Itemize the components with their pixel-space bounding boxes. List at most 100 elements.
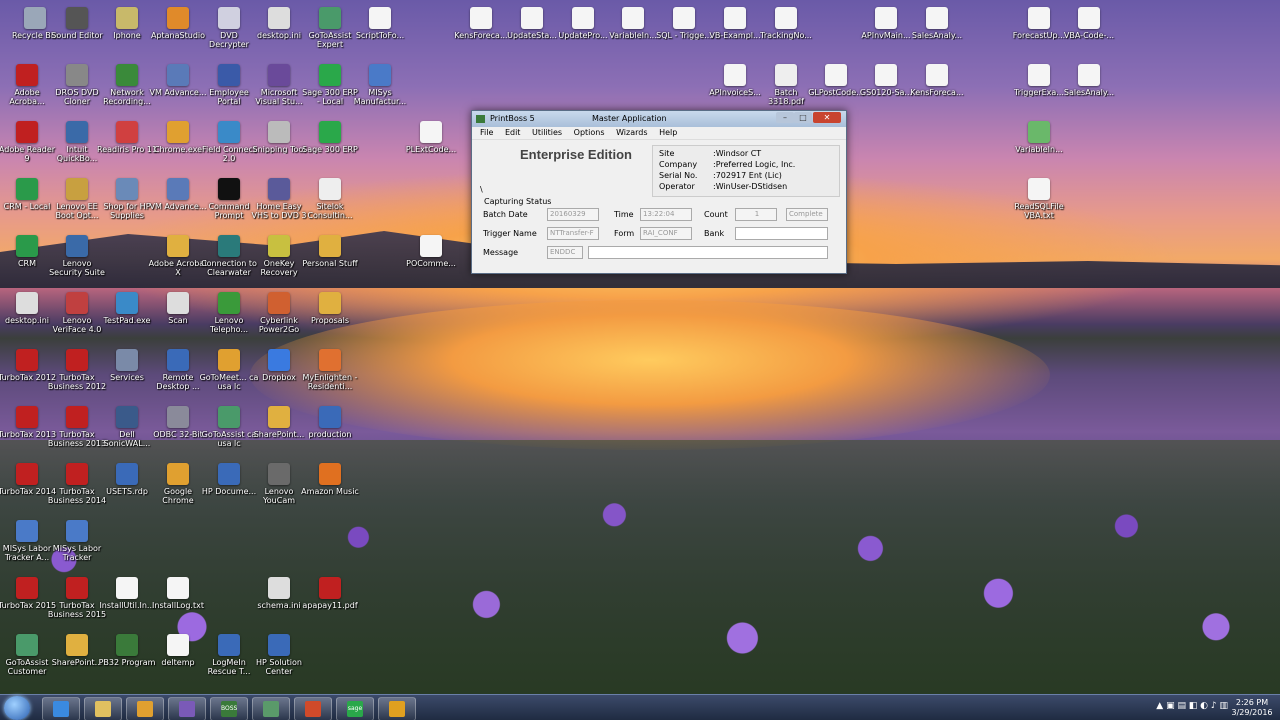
- bank-field[interactable]: [735, 227, 828, 240]
- system-tray[interactable]: ▲ ▣ ▤ ◧ ◐ ♪ ▥: [1156, 701, 1228, 711]
- menu-options[interactable]: Options: [574, 128, 605, 137]
- count-field[interactable]: 1: [735, 208, 777, 221]
- desktop-icon-glyph: [66, 463, 88, 485]
- desktop-icon-glyph: [66, 634, 88, 656]
- desktop-icon-glyph: [268, 406, 290, 428]
- desktop-icon-glyph: [116, 7, 138, 29]
- desktop-icon-glyph: [218, 292, 240, 314]
- menu-edit[interactable]: Edit: [505, 128, 521, 137]
- desktop-icon[interactable]: Sage 300 ERP: [300, 119, 360, 175]
- desktop-icon[interactable]: VBA-Code-...: [1059, 5, 1119, 61]
- menu-file[interactable]: File: [480, 128, 493, 137]
- taskbar-internet-explorer-button[interactable]: [42, 697, 80, 720]
- desktop-icon[interactable]: PLExtCode...: [401, 119, 461, 175]
- desktop-icon-glyph: [1078, 64, 1100, 86]
- desktop-icon-glyph: [16, 463, 38, 485]
- desktop-icon-glyph: [319, 349, 341, 371]
- desktop-icon-glyph: [66, 7, 88, 29]
- desktop-icon-glyph: [16, 349, 38, 371]
- trigger-name-field[interactable]: NTTransfer-F: [547, 227, 599, 240]
- desktop-icon-glyph: [369, 64, 391, 86]
- desktop-icon[interactable]: Proposals: [300, 290, 360, 346]
- menu-bar: File Edit Utilities Options Wizards Help: [472, 127, 846, 140]
- desktop-icon[interactable]: TrackingNo...: [756, 5, 816, 61]
- desktop-icon[interactable]: MISys Labor Tracker: [47, 518, 107, 574]
- desktop-icon-glyph: [1028, 121, 1050, 143]
- desktop-icon-label: Sitelok Consultin...: [307, 202, 353, 220]
- message-label: Message: [483, 248, 519, 257]
- desktop-icon-glyph: [319, 64, 341, 86]
- desktop-icon[interactable]: ReadSQLFile VBA.txt: [1009, 176, 1069, 232]
- menu-utilities[interactable]: Utilities: [532, 128, 562, 137]
- app-flower-icon: [389, 701, 405, 717]
- taskbar-media-app-button[interactable]: [168, 697, 206, 720]
- info-key: Serial No.: [659, 171, 698, 180]
- printboss-window[interactable]: PrintBoss 5 Master Application – □ ✕ Fil…: [471, 110, 847, 274]
- desktop-icon-label: TrackingNo...: [760, 31, 812, 40]
- desktop-icon-glyph: [167, 178, 189, 200]
- complete-field[interactable]: Complete: [786, 208, 828, 221]
- batch-date-label: Batch Date: [483, 210, 528, 219]
- desktop-icon-glyph: [167, 406, 189, 428]
- info-key: Operator: [659, 182, 695, 191]
- start-button[interactable]: [4, 696, 30, 720]
- desktop-icon[interactable]: SalesAnaly...: [907, 5, 967, 61]
- time-field[interactable]: 13:22:04: [640, 208, 692, 221]
- taskbar-file-explorer-button[interactable]: [84, 697, 122, 720]
- info-key: Site: [659, 149, 675, 158]
- batch-date-field[interactable]: 20160329: [547, 208, 599, 221]
- desktop-icon[interactable]: ScriptToFo...: [350, 5, 410, 61]
- outlook-icon: [137, 701, 153, 717]
- desktop-icon[interactable]: MISys Manufactur...: [350, 62, 410, 118]
- desktop-icon-glyph: [875, 7, 897, 29]
- taskbar-outlook-button[interactable]: [126, 697, 164, 720]
- powerpoint-icon: [305, 701, 321, 717]
- desktop-icon-glyph: [116, 178, 138, 200]
- close-button[interactable]: ✕: [813, 112, 841, 123]
- desktop-icon[interactable]: KensForeca...: [907, 62, 967, 118]
- desktop-icon-glyph: [66, 520, 88, 542]
- desktop-icon[interactable]: Sitelok Consultin...: [300, 176, 360, 232]
- desktop-icon-glyph: [1028, 178, 1050, 200]
- desktop-icon[interactable]: SalesAnaly...: [1059, 62, 1119, 118]
- desktop-icon-glyph: [66, 64, 88, 86]
- clock[interactable]: 2:26 PM 3/29/2016: [1230, 698, 1274, 718]
- desktop-icon-label: VBA-Code-...: [1063, 31, 1115, 40]
- taskbar-printboss-button[interactable]: BOSS: [210, 697, 248, 720]
- menu-wizards[interactable]: Wizards: [616, 128, 647, 137]
- info-value: :Windsor CT: [713, 149, 762, 158]
- taskbar-sage-button[interactable]: sage: [336, 697, 374, 720]
- desktop-icon-glyph: [319, 7, 341, 29]
- desktop-icon-glyph: [369, 7, 391, 29]
- desktop-icon-glyph: [16, 520, 38, 542]
- desktop-icon[interactable]: Lenovo Security Suite: [47, 233, 107, 289]
- message-code-field[interactable]: ENDDC: [547, 246, 583, 259]
- window-titlebar[interactable]: PrintBoss 5 Master Application – □ ✕: [472, 111, 846, 127]
- desktop-icon-glyph: [116, 406, 138, 428]
- desktop-icon-glyph: [218, 121, 240, 143]
- desktop-icon[interactable]: HP Solution Center: [249, 632, 309, 688]
- edition-heading: Enterprise Edition: [520, 147, 632, 162]
- desktop-icon[interactable]: Personal Stuff: [300, 233, 360, 289]
- desktop-icon[interactable]: MyEnlighten - Residenti...: [300, 347, 360, 403]
- desktop-icon-glyph: [319, 235, 341, 257]
- info-value: :Preferred Logic, Inc.: [713, 160, 796, 169]
- desktop-icon[interactable]: production: [300, 404, 360, 460]
- minimize-button[interactable]: –: [776, 112, 794, 123]
- desktop-icon[interactable]: Amazon Music: [300, 461, 360, 517]
- desktop-icon[interactable]: VariableIn...: [1009, 119, 1069, 175]
- form-field[interactable]: RAI_CONF: [640, 227, 692, 240]
- desktop-icon[interactable]: apapay11.pdf: [300, 575, 360, 631]
- taskbar-powerpoint-button[interactable]: [294, 697, 332, 720]
- desktop-icon-glyph: [218, 634, 240, 656]
- taskbar-visual-studio-button[interactable]: [252, 697, 290, 720]
- desktop-icon-glyph: [218, 7, 240, 29]
- taskbar-app-flower-button[interactable]: [378, 697, 416, 720]
- desktop-icon-glyph: [420, 235, 442, 257]
- desktop-icon[interactable]: InstallLog.txt: [148, 575, 208, 631]
- menu-help[interactable]: Help: [659, 128, 677, 137]
- maximize-button[interactable]: □: [794, 112, 812, 123]
- message-field[interactable]: [588, 246, 828, 259]
- desktop-icon-label: ScriptToFo...: [355, 31, 405, 40]
- desktop-icon[interactable]: POComme...: [401, 233, 461, 289]
